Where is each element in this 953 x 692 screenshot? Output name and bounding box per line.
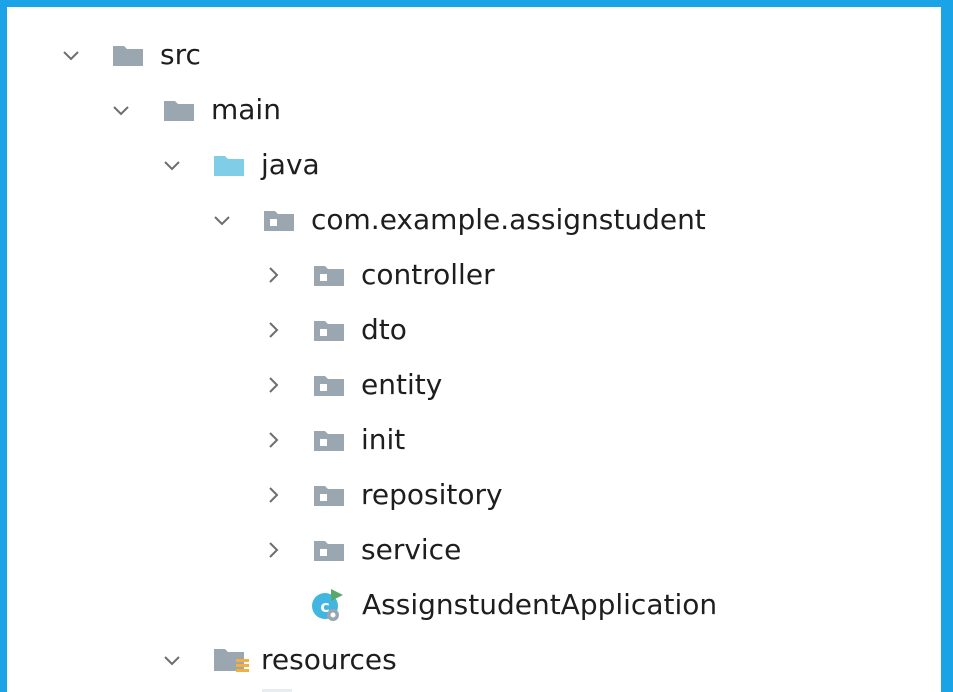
package-icon [312,482,346,508]
chevron-down-icon[interactable] [211,209,233,231]
tree-node-service[interactable]: service [7,522,941,577]
tree-node-label: repository [361,477,503,511]
package-icon [312,537,346,563]
tree-node-label: main [211,92,281,126]
package-icon [262,207,296,233]
tree-node-assignstudent-application[interactable]: c AssignstudentApplication [7,577,941,632]
tree-node-java[interactable]: java [7,137,941,192]
folder-icon [111,42,145,68]
chevron-right-icon[interactable] [262,429,284,451]
chevron-right-icon[interactable] [262,319,284,341]
resources-folder-icon [212,645,250,675]
package-icon [312,317,346,343]
tree-node-label: service [361,532,462,566]
chevron-down-icon[interactable] [161,649,183,671]
tree-node-dto[interactable]: dto [7,302,941,357]
source-root-folder-icon [212,152,246,178]
project-tree-panel: src main java com.example.assignstudent … [0,0,953,692]
tree-node-label: resources [261,642,397,676]
tree-node-resources[interactable]: resources [7,632,941,687]
project-tree: src main java com.example.assignstudent … [7,7,941,692]
tree-node-init[interactable]: init [7,412,941,467]
chevron-right-icon[interactable] [262,484,284,506]
tree-node-package-root[interactable]: com.example.assignstudent [7,192,941,247]
chevron-down-icon[interactable] [60,44,82,66]
tree-node-label: src [160,37,201,71]
tree-node-label: com.example.assignstudent [311,202,706,236]
folder-icon [162,97,196,123]
tree-node-main[interactable]: main [7,82,941,137]
tree-node-label: dto [361,312,407,346]
chevron-down-icon[interactable] [161,154,183,176]
package-icon [312,427,346,453]
package-icon [312,262,346,288]
chevron-down-icon[interactable] [110,99,132,121]
tree-node-label: AssignstudentApplication [362,587,718,621]
package-icon [312,372,346,398]
tree-node-repository[interactable]: repository [7,467,941,522]
tree-node-src[interactable]: src [7,27,941,82]
tree-node-label: controller [361,257,495,291]
chevron-right-icon[interactable] [262,374,284,396]
tree-node-label: entity [361,367,443,401]
spring-boot-class-icon: c [309,587,345,623]
tree-node-controller[interactable]: controller [7,247,941,302]
chevron-right-icon[interactable] [262,539,284,561]
tree-node-entity[interactable]: entity [7,357,941,412]
tree-node-label: java [261,147,320,181]
chevron-right-icon[interactable] [262,264,284,286]
tree-node-label: init [361,422,406,456]
